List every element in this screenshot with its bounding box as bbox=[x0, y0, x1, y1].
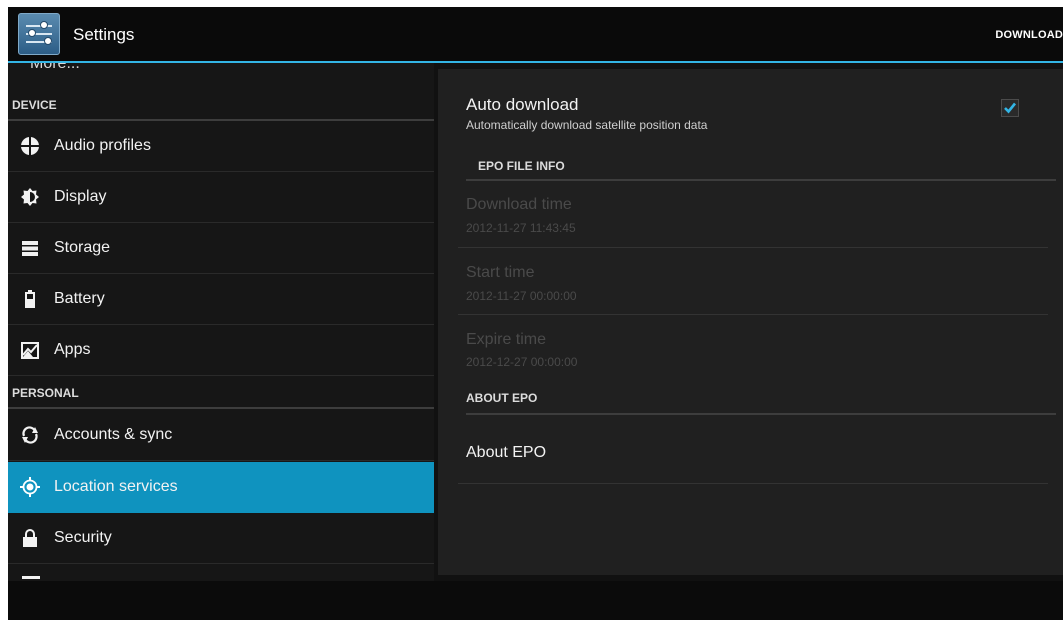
expire-time-value: 2012-12-27 00:00:00 bbox=[466, 355, 578, 369]
sidebar-item-audio-profiles[interactable]: Audio profiles bbox=[8, 121, 434, 172]
sidebar-item-apps[interactable]: Apps bbox=[8, 325, 434, 376]
device-screen: Settings DOWNLOAD More... DEVICE Audio p… bbox=[8, 7, 1063, 620]
sidebar-item-label: Audio profiles bbox=[54, 137, 151, 154]
sidebar-item-more[interactable]: More... bbox=[30, 63, 80, 73]
sidebar-item-accounts-sync[interactable]: Accounts & sync bbox=[8, 410, 434, 461]
sidebar-item-label: Storage bbox=[54, 239, 111, 256]
auto-download-summary: Automatically download satellite positio… bbox=[466, 118, 708, 132]
apps-icon bbox=[21, 342, 39, 359]
audio-profiles-icon bbox=[21, 137, 39, 155]
sync-icon bbox=[22, 426, 38, 444]
sidebar-item-label: Display bbox=[54, 188, 107, 205]
settings-sidebar: More... DEVICE Audio profiles Display St… bbox=[8, 63, 434, 581]
settings-sliders-icon[interactable] bbox=[18, 13, 60, 55]
divider bbox=[458, 483, 1048, 484]
display-brightness-icon bbox=[21, 188, 39, 206]
action-bar: Settings DOWNLOAD bbox=[8, 7, 1063, 63]
start-time-title: Start time bbox=[466, 264, 535, 281]
sidebar-item-label: Battery bbox=[54, 290, 105, 307]
download-time-title: Download time bbox=[466, 196, 572, 213]
checkmark-icon bbox=[1004, 102, 1017, 114]
download-action-button[interactable]: DOWNLOAD bbox=[995, 29, 1063, 41]
download-time-value: 2012-11-27 11:43:45 bbox=[466, 221, 576, 235]
sidebar-item-label: Apps bbox=[54, 341, 91, 358]
sidebar-item-security[interactable]: Security bbox=[8, 513, 434, 564]
category-epo-file-info: EPO FILE INFO bbox=[466, 159, 1056, 181]
sidebar-item-display[interactable]: Display bbox=[8, 172, 434, 223]
sidebar-item-label: Security bbox=[54, 529, 112, 546]
location-detail-panel: Auto download Automatically download sat… bbox=[438, 69, 1063, 575]
about-epo-item[interactable]: About EPO bbox=[466, 444, 546, 462]
sidebar-item-battery[interactable]: Battery bbox=[8, 274, 434, 325]
start-time-value: 2012-11-27 00:00:00 bbox=[466, 289, 577, 303]
section-header-personal: PERSONAL bbox=[8, 381, 434, 409]
divider bbox=[458, 314, 1048, 315]
battery-icon bbox=[25, 290, 35, 308]
category-about-epo: ABOUT EPO bbox=[466, 391, 1056, 415]
app-title[interactable]: Settings bbox=[73, 25, 134, 45]
sidebar-item-label: Accounts & sync bbox=[54, 426, 173, 443]
partial-item-icon bbox=[22, 576, 40, 579]
section-header-device: DEVICE bbox=[8, 93, 434, 121]
sidebar-item-storage[interactable]: Storage bbox=[8, 223, 434, 274]
sidebar-item-label: Location services bbox=[54, 478, 178, 495]
storage-icon bbox=[22, 241, 38, 256]
system-navigation-bar bbox=[8, 581, 1063, 620]
location-icon bbox=[20, 477, 40, 497]
auto-download-title: Auto download bbox=[466, 95, 579, 114]
sidebar-item-location-services[interactable]: Location services bbox=[8, 462, 434, 513]
divider bbox=[458, 247, 1048, 248]
expire-time-title: Expire time bbox=[466, 331, 547, 348]
auto-download-checkbox[interactable] bbox=[1001, 99, 1019, 117]
lock-icon bbox=[23, 529, 37, 547]
